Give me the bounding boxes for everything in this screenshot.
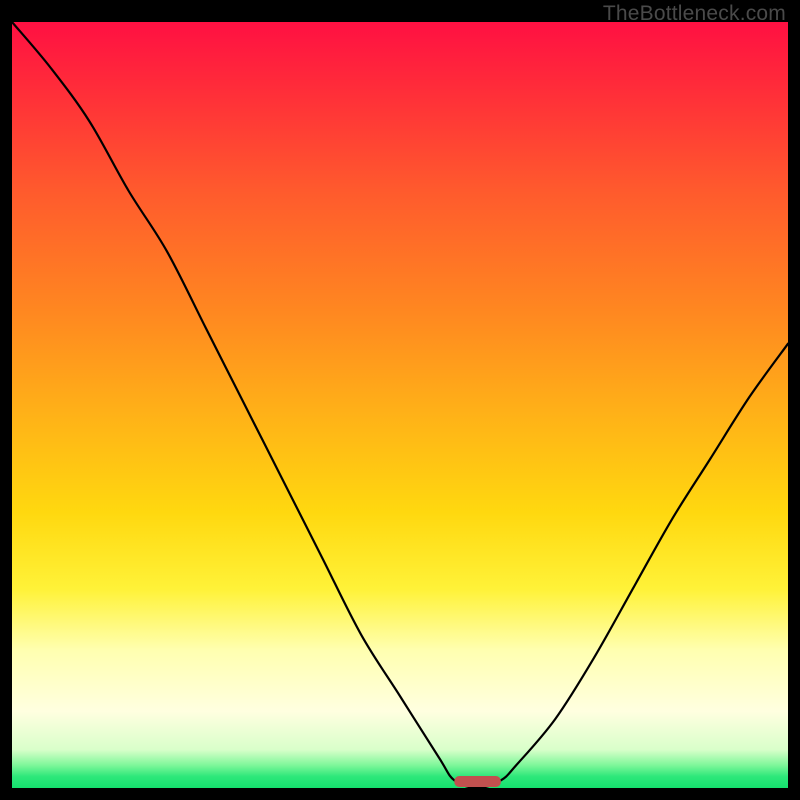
plot-area — [12, 22, 788, 788]
chart-svg — [12, 22, 788, 788]
bottleneck-curve — [12, 22, 788, 788]
optimum-marker — [454, 776, 501, 787]
chart-frame: TheBottleneck.com — [0, 0, 800, 800]
